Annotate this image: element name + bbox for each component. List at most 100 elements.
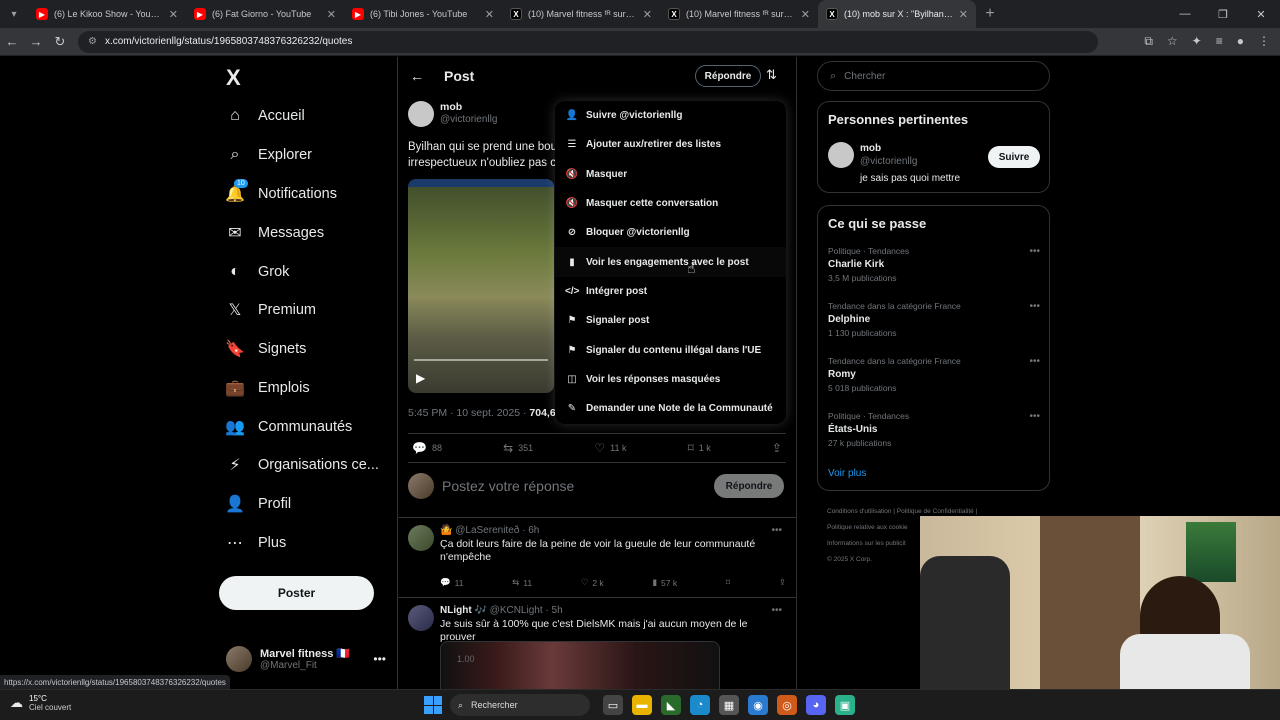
windows-start-icon[interactable] xyxy=(424,696,442,714)
url-input[interactable]: ⚙ x.com/victorienllg/status/196580374837… xyxy=(78,30,1098,53)
share-action[interactable]: ⇪ xyxy=(779,577,786,588)
close-tab-icon[interactable]: ✕ xyxy=(801,8,810,21)
trend-item[interactable]: Politique · Tendances Charlie Kirk 3,5 M… xyxy=(828,246,1040,283)
avatar[interactable] xyxy=(408,101,434,127)
browser-tab[interactable]: X (10) Marvel fitness ᶠᴿ sur X : "er ✕ xyxy=(660,0,818,28)
close-tab-icon[interactable]: ✕ xyxy=(169,8,178,21)
trend-item[interactable]: Tendance dans la catégorie France Romy 5… xyxy=(828,356,1040,393)
nav-item-profile[interactable]: 👤 Profil xyxy=(225,489,291,519)
trend-item[interactable]: Tendance dans la catégorie France Delphi… xyxy=(828,301,1040,338)
menu-item-mute[interactable]: 🔇 Masquer xyxy=(555,160,786,189)
reply-input[interactable]: Postez votre réponse xyxy=(442,478,574,494)
more-horizontal-icon[interactable]: ••• xyxy=(1029,301,1040,312)
nav-item-grok[interactable]: ◐ Grok xyxy=(226,257,289,287)
reply-time[interactable]: · 5h xyxy=(545,605,562,616)
repost-action[interactable]: ⇆ 351 xyxy=(503,441,533,455)
close-tab-icon[interactable]: ✕ xyxy=(327,8,336,21)
trend-item[interactable]: Politique · Tendances États-Unis 27 k pu… xyxy=(828,411,1040,448)
menu-item-lists[interactable]: ☰ Ajouter aux/retirer des listes xyxy=(555,130,786,159)
bookmark-action[interactable]: ⌑ xyxy=(726,577,730,588)
sliders-icon[interactable]: ⇅ xyxy=(766,67,777,83)
menu-item-hidden-replies[interactable]: ◫ Voir les réponses masquées xyxy=(555,365,786,394)
x-logo-icon[interactable]: X xyxy=(226,65,241,91)
account-switcher[interactable]: Marvel fitness 🇫🇷 @Marvel_Fit ••• xyxy=(226,643,386,675)
reply-handle[interactable]: @LaSereniteð xyxy=(455,525,519,536)
bookmark-star-icon[interactable]: ☆ xyxy=(1167,34,1178,49)
reply-button[interactable]: Répondre xyxy=(695,65,761,87)
reply-item[interactable]: 🤷 @LaSereniteð · 6h ••• Ça doit leurs fa… xyxy=(408,525,786,595)
reload-icon[interactable]: ↻ xyxy=(48,34,72,50)
nav-item-jobs[interactable]: 💼 Emplois xyxy=(225,373,310,403)
person-handle[interactable]: @victorienllg xyxy=(860,156,917,167)
post-video[interactable]: ▶ xyxy=(408,179,554,393)
discord-icon[interactable]: ◕ xyxy=(806,695,826,715)
post-author[interactable]: mob xyxy=(440,101,462,113)
post-button[interactable]: Poster xyxy=(219,576,374,610)
repost-action[interactable]: ⇆ 11 xyxy=(512,577,532,588)
menu-item-embed[interactable]: </> Intégrer post xyxy=(555,277,786,306)
app-icon[interactable]: ▣ xyxy=(835,695,855,715)
new-tab-icon[interactable]: + xyxy=(976,5,1004,23)
nvidia-icon[interactable]: ◣ xyxy=(661,695,681,715)
more-horizontal-icon[interactable]: ••• xyxy=(373,652,386,666)
maximize-icon[interactable]: ❐ xyxy=(1204,0,1242,28)
tab-search-icon[interactable]: ▾ xyxy=(0,0,28,28)
video-progress[interactable] xyxy=(414,359,548,361)
nav-item-premium[interactable]: 𝕏 Premium xyxy=(226,295,316,325)
footer-link[interactable]: Politique de Confidentialité xyxy=(897,508,974,515)
task-view-icon[interactable]: ▭ xyxy=(603,695,623,715)
reply-author[interactable]: NLight xyxy=(440,605,472,616)
avatar[interactable] xyxy=(828,142,854,168)
search-input[interactable]: ⌕ Chercher xyxy=(817,61,1050,91)
back-icon[interactable]: ← xyxy=(0,34,24,49)
menu-item-mute-conversation[interactable]: 🔇 Masquer cette conversation xyxy=(555,189,786,218)
nav-item-notifications[interactable]: 🔔 10 Notifications xyxy=(225,179,337,209)
nav-item-organizations[interactable]: ⚡ Organisations ce... xyxy=(226,450,379,480)
reply-submit-button[interactable]: Répondre xyxy=(714,474,784,498)
avatar[interactable] xyxy=(408,605,434,631)
browser-tab-active[interactable]: X (10) mob sur X : "Byilhan qui se ✕ xyxy=(818,0,976,28)
file-explorer-icon[interactable]: ▬ xyxy=(632,695,652,715)
close-window-icon[interactable]: ✕ xyxy=(1242,0,1280,28)
browser-tab[interactable]: ▶ (6) Le Kikoo Show - YouTube ✕ xyxy=(28,0,186,28)
menu-item-report[interactable]: ⚑ Signaler post xyxy=(555,306,786,335)
like-action[interactable]: ♡ 11 k xyxy=(594,441,626,455)
nav-item-explore[interactable]: ⌕ Explorer xyxy=(226,140,312,170)
back-arrow-icon[interactable]: ← xyxy=(410,68,424,84)
bookmark-action[interactable]: ⌑ 1 k xyxy=(688,441,711,455)
reply-time[interactable]: · 6h xyxy=(522,525,539,536)
close-tab-icon[interactable]: ✕ xyxy=(485,8,494,21)
post-timestamp[interactable]: 5:45 PM · 10 sept. 2025 · xyxy=(408,407,529,419)
post-handle[interactable]: @victorienllg xyxy=(440,114,497,125)
see-more-link[interactable]: Voir plus xyxy=(828,468,866,479)
browser-tab[interactable]: ▶ (6) Tibi Jones - YouTube ✕ xyxy=(344,0,502,28)
share-action[interactable]: ⇪ xyxy=(772,441,782,455)
nav-item-messages[interactable]: ✉ Messages xyxy=(226,218,324,248)
minimize-icon[interactable]: — xyxy=(1166,0,1204,28)
media-control-icon[interactable]: ≡ xyxy=(1216,34,1223,49)
play-icon[interactable]: ▶ xyxy=(416,371,425,385)
footer-link[interactable]: Conditions d'utilisation xyxy=(827,508,891,515)
reply-action[interactable]: 💬 11 xyxy=(440,577,463,588)
reply-item[interactable]: NLight 🎶 @KCNLight · 5h ••• Je suis sûr … xyxy=(408,605,786,689)
profile-icon[interactable]: ● xyxy=(1237,34,1244,49)
browser-menu-icon[interactable]: ⋮ xyxy=(1258,34,1270,49)
site-info-icon[interactable]: ⚙ xyxy=(88,36,97,47)
more-horizontal-icon[interactable]: ••• xyxy=(1029,246,1040,257)
weather-widget[interactable]: ☁ 15°C Ciel couvert xyxy=(10,694,71,712)
more-horizontal-icon[interactable]: ••• xyxy=(1029,356,1040,367)
store-icon[interactable]: ▦ xyxy=(719,695,739,715)
extensions-icon[interactable]: ✦ xyxy=(1192,34,1202,49)
more-horizontal-icon[interactable]: ••• xyxy=(771,605,782,616)
avatar[interactable] xyxy=(408,525,434,551)
install-app-icon[interactable]: ⧉ xyxy=(1144,34,1153,49)
firefox-icon[interactable]: ◎ xyxy=(777,695,797,715)
follow-button[interactable]: Suivre xyxy=(988,146,1040,168)
like-action[interactable]: ♡ 2 k xyxy=(581,577,604,588)
views-action[interactable]: ▮ 57 k xyxy=(652,577,677,588)
person-name[interactable]: mob xyxy=(860,143,881,154)
reply-handle[interactable]: @KCNLight xyxy=(490,605,543,616)
browser-tab[interactable]: ▶ (6) Fat Giorno - YouTube ✕ xyxy=(186,0,344,28)
edge-icon[interactable]: ◔ xyxy=(690,695,710,715)
more-horizontal-icon[interactable]: ••• xyxy=(1029,411,1040,422)
